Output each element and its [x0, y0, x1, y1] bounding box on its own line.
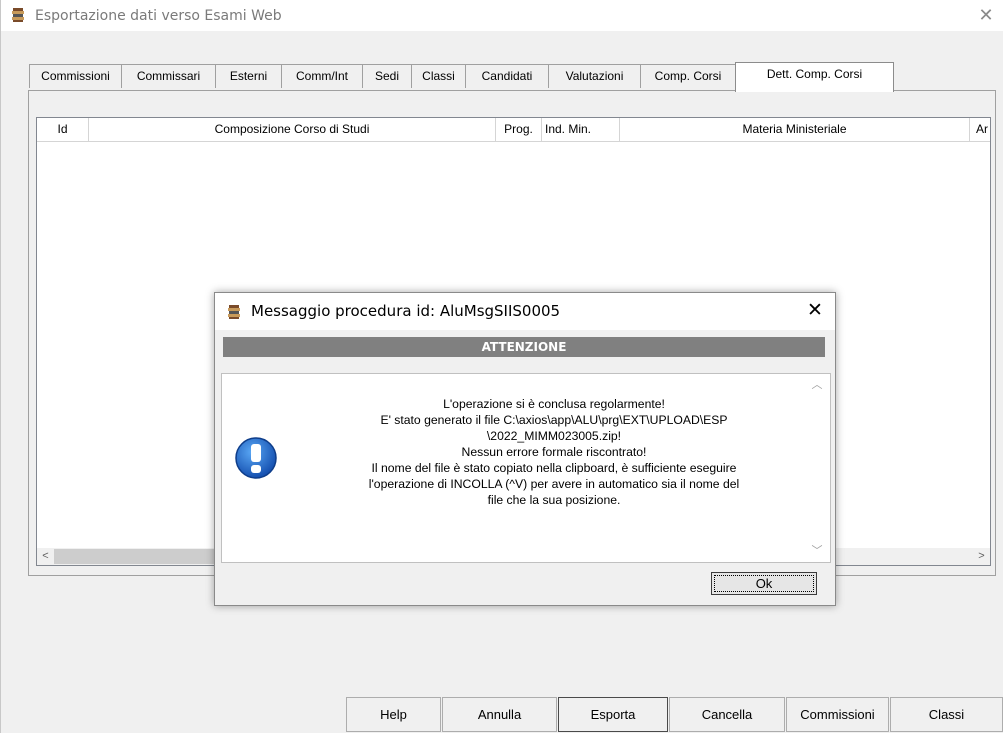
- tab-comm-int[interactable]: Comm/Int: [281, 64, 363, 88]
- annulla-button[interactable]: Annulla: [442, 697, 557, 732]
- message-line: file che la sua posizione.: [487, 493, 621, 507]
- main-window: Esportazione dati verso Esami Web ✕ Comm…: [0, 0, 1003, 733]
- ok-button[interactable]: Ok: [711, 572, 817, 595]
- app-icon: [12, 8, 24, 22]
- help-button[interactable]: Help: [346, 697, 441, 732]
- scroll-down-icon[interactable]: ﹀: [810, 544, 824, 558]
- window-titlebar[interactable]: Esportazione dati verso Esami Web ✕: [1, 0, 1003, 31]
- cancella-button[interactable]: Cancella: [669, 697, 785, 732]
- ok-button-label: Ok: [714, 575, 814, 592]
- commissioni-button[interactable]: Commissioni: [786, 697, 889, 732]
- column-composizione[interactable]: Composizione Corso di Studi: [89, 118, 496, 142]
- message-line: Il nome del file è stato copiato nella c…: [371, 461, 737, 475]
- tab-comp-corsi[interactable]: Comp. Corsi: [640, 64, 736, 88]
- column-ind-min[interactable]: Ind. Min.: [542, 118, 620, 142]
- window-title: Esportazione dati verso Esami Web: [35, 8, 282, 24]
- tab-esterni[interactable]: Esterni: [215, 64, 282, 88]
- message-line: L'operazione si è conclusa regolarmente!: [443, 397, 665, 411]
- message-area: L'operazione si è conclusa regolarmente!…: [221, 373, 831, 563]
- message-line: l'operazione di INCOLLA (^V) per avere i…: [368, 477, 740, 491]
- scroll-right-icon[interactable]: >: [973, 548, 990, 565]
- message-line: Nessun errore formale riscontrato!: [461, 445, 647, 459]
- tab-classi[interactable]: Classi: [411, 64, 466, 88]
- tab-valutazioni[interactable]: Valutazioni: [548, 64, 641, 88]
- tab-candidati[interactable]: Candidati: [465, 64, 549, 88]
- message-text: L'operazione si è conclusa regolarmente!…: [314, 396, 794, 508]
- scroll-up-icon[interactable]: ︿: [810, 378, 824, 392]
- column-prog[interactable]: Prog.: [496, 118, 542, 142]
- dialog-title: Messaggio procedura id: AluMsgSIIS0005: [251, 302, 561, 320]
- dialog-titlebar[interactable]: Messaggio procedura id: AluMsgSIIS0005 ✕: [215, 293, 835, 330]
- tab-dett-comp-corsi[interactable]: Dett. Comp. Corsi: [735, 62, 894, 92]
- exclamation-icon: [235, 437, 277, 479]
- column-id[interactable]: Id: [37, 118, 89, 142]
- classi-button[interactable]: Classi: [890, 697, 1003, 732]
- message-line: E' stato generato il file C:\axios\app\A…: [380, 413, 728, 427]
- attention-header: ATTENZIONE: [223, 337, 825, 357]
- app-icon: [228, 305, 240, 319]
- tab-sedi[interactable]: Sedi: [362, 64, 412, 88]
- tab-commissari[interactable]: Commissari: [121, 64, 216, 88]
- column-ar[interactable]: Ar: [970, 118, 990, 142]
- message-line: \2022_MIMM023005.zip!: [486, 429, 622, 443]
- scroll-left-icon[interactable]: <: [37, 548, 54, 565]
- dialog-close-icon[interactable]: ✕: [803, 299, 827, 323]
- close-icon[interactable]: ✕: [975, 4, 997, 26]
- esporta-button[interactable]: Esporta: [558, 697, 668, 732]
- list-header: Id Composizione Corso di Studi Prog. Ind…: [37, 118, 990, 142]
- column-materia[interactable]: Materia Ministeriale: [620, 118, 970, 142]
- message-dialog: Messaggio procedura id: AluMsgSIIS0005 ✕…: [214, 292, 836, 606]
- tab-commissioni[interactable]: Commissioni: [29, 64, 122, 88]
